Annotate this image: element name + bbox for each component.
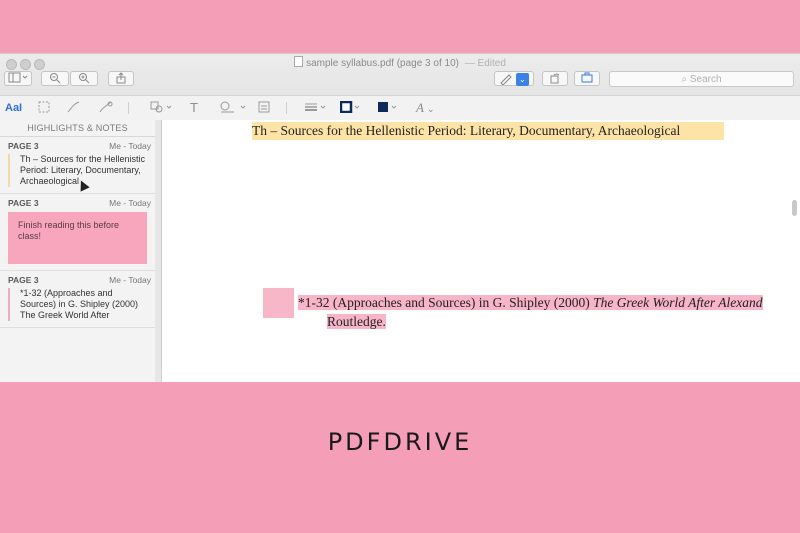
fill-color-tool[interactable] xyxy=(377,101,401,115)
note-item[interactable]: PAGE 3 Me - Today Finish reading this be… xyxy=(0,194,155,271)
note-author: Me - Today xyxy=(109,198,151,208)
text-tool[interactable]: T xyxy=(190,101,198,115)
note-author: Me - Today xyxy=(109,275,151,285)
toolbar-separator xyxy=(128,102,129,114)
signature-icon xyxy=(220,101,246,113)
zoom-out-icon xyxy=(50,73,61,84)
highlights-notes-sidebar: HIGHLIGHTS & NOTES PAGE 3 Me - Today Th … xyxy=(0,120,156,382)
brand-logo: PDFDRIVE xyxy=(327,428,473,456)
markup-toolbar: AaI T A ⌄ xyxy=(0,95,800,120)
toolbar-separator xyxy=(286,102,287,114)
title-status: — Edited xyxy=(464,58,506,69)
note-page: PAGE 3 xyxy=(8,275,39,285)
note-comment[interactable]: Finish reading this before class! xyxy=(8,212,147,264)
document-icon xyxy=(294,56,304,67)
sketch-icon xyxy=(67,101,80,113)
note-tool[interactable] xyxy=(258,101,270,115)
rect-selection-icon xyxy=(38,101,50,113)
pdf-line-reference: *1-32 (Approaches and Sources) in G. Shi… xyxy=(298,295,763,311)
font-tool[interactable]: A ⌄ xyxy=(416,101,435,115)
toolbox-button[interactable] xyxy=(574,71,600,86)
note-page: PAGE 3 xyxy=(8,141,39,151)
line-style-icon xyxy=(305,103,326,111)
shapes-icon xyxy=(150,101,172,113)
pen-dropdown-button[interactable]: ⌄ xyxy=(515,72,529,86)
sidebar-toggle-button[interactable] xyxy=(4,71,32,86)
note-page: PAGE 3 xyxy=(8,198,39,208)
pdf-line-publisher: Routledge. xyxy=(327,314,386,330)
pink-highlight-italic[interactable]: The Greek World After Alexand xyxy=(593,295,763,310)
rect-selection-tool[interactable] xyxy=(38,101,50,115)
text-selection-tool[interactable]: AaI xyxy=(5,101,22,115)
pdf-line-heading: Th – Sources for the Hellenistic Period:… xyxy=(252,123,681,138)
border-color-tool[interactable] xyxy=(339,100,364,115)
rotate-icon xyxy=(550,73,560,84)
note-marker[interactable] xyxy=(263,288,294,318)
pink-highlight[interactable]: *1-32 (Approaches and Sources) in G. Shi… xyxy=(298,295,594,310)
sidebar-header: HIGHLIGHTS & NOTES xyxy=(0,120,155,137)
zoom-in-icon xyxy=(79,73,90,84)
share-button[interactable] xyxy=(108,71,134,86)
pink-highlight[interactable]: Routledge. xyxy=(327,314,386,329)
search-field[interactable]: ⌕ Search xyxy=(609,71,794,87)
magnifier-icon: ⌕ xyxy=(681,74,688,85)
search-placeholder: Search xyxy=(689,74,722,85)
pen-icon xyxy=(500,74,512,86)
note-item[interactable]: PAGE 3 Me - Today *1-32 (Approaches and … xyxy=(0,271,155,328)
note-icon xyxy=(258,101,270,113)
border-color-icon xyxy=(339,100,360,114)
sidebar-scrollbar[interactable] xyxy=(155,120,162,382)
line-style-tool[interactable] xyxy=(304,101,328,115)
title-text: sample syllabus.pdf (page 3 of 10) xyxy=(306,58,459,69)
preview-window: sample syllabus.pdf (page 3 of 10) — Edi… xyxy=(0,53,800,382)
rotate-button[interactable] xyxy=(542,71,568,86)
zoom-out-button[interactable] xyxy=(41,71,69,86)
sketch-tool[interactable] xyxy=(67,101,81,115)
zoom-in-button[interactable] xyxy=(70,71,98,86)
share-icon xyxy=(116,72,126,84)
shapes-tool[interactable] xyxy=(150,101,172,115)
fill-color-icon xyxy=(378,102,397,112)
chevron-down-icon: ⌄ xyxy=(519,74,526,84)
pdf-page-view[interactable]: Th – Sources for the Hellenistic Period:… xyxy=(162,120,800,382)
markup-pen-button[interactable]: ⌄ xyxy=(494,71,534,86)
sidebar-icon xyxy=(8,72,28,83)
pdf-scrollbar[interactable] xyxy=(792,200,797,216)
draw-icon xyxy=(99,101,113,113)
font-tool-label: A xyxy=(416,100,424,115)
draw-tool[interactable] xyxy=(99,101,113,115)
toolbox-icon xyxy=(581,72,593,83)
window-title: sample syllabus.pdf (page 3 of 10) — Edi… xyxy=(0,56,800,69)
chevron-down-icon: ⌄ xyxy=(426,104,435,114)
sign-tool[interactable] xyxy=(218,101,248,115)
note-text: *1-32 (Approaches and Sources) in G. Shi… xyxy=(8,288,147,321)
note-author: Me - Today xyxy=(109,141,151,151)
